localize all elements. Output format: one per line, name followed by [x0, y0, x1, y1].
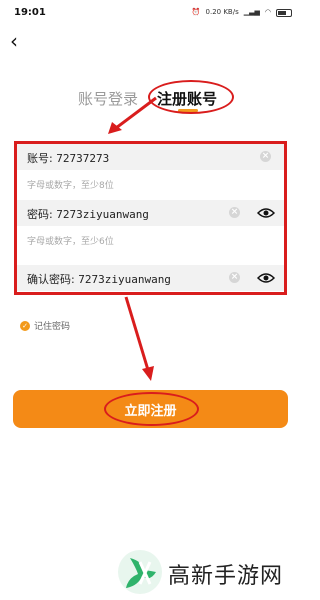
password-hint: 字母或数字，至少6位: [27, 237, 114, 247]
status-icons: ⏰ 0.20 KB/s ▁▃▅ ◠: [192, 8, 292, 17]
password-label: 密码:: [27, 208, 53, 221]
status-time: 19:01: [14, 7, 46, 18]
account-label: 账号:: [27, 152, 53, 165]
arrow-head: [108, 122, 122, 134]
watermark-logo-icon: [118, 550, 162, 594]
remember-password-toggle[interactable]: ✓ 记住密码: [20, 319, 70, 332]
confirm-password-field[interactable]: 确认密码: 7273ziyuanwang ×: [17, 265, 284, 291]
account-input[interactable]: 72737273: [56, 152, 109, 165]
account-hint: 字母或数字，至少8位: [27, 181, 114, 191]
check-icon: ✓: [20, 320, 30, 331]
password-row: 密码: 7273ziyuanwang: [27, 206, 149, 222]
eye-icon[interactable]: [257, 272, 275, 284]
wifi-icon: ◠: [264, 8, 271, 16]
back-button[interactable]: ‹: [10, 30, 28, 54]
arrow-line: [124, 296, 150, 371]
register-form: 账号: 72737273 × 字母或数字，至少8位 密码: 7273ziyuan…: [14, 141, 287, 295]
account-field[interactable]: 账号: 72737273 ×: [17, 144, 284, 170]
confirm-label: 确认密码:: [27, 273, 75, 286]
watermark-text: 高新手游网: [168, 564, 284, 589]
clear-icon[interactable]: ×: [229, 207, 240, 218]
password-input[interactable]: 7273ziyuanwang: [56, 208, 149, 221]
account-row: 账号: 72737273: [27, 150, 109, 166]
confirm-row: 确认密码: 7273ziyuanwang: [27, 271, 171, 287]
net-speed: 0.20 KB/s: [205, 8, 239, 16]
clear-icon[interactable]: ×: [260, 151, 271, 162]
tab-login[interactable]: 账号登录: [78, 88, 138, 109]
annotation-ellipse-tab: [148, 80, 234, 114]
chevron-left-icon: ‹: [10, 29, 18, 53]
alarm-icon: ⏰: [191, 8, 201, 16]
status-bar: 19:01 ⏰ 0.20 KB/s ▁▃▅ ◠: [0, 0, 300, 26]
clear-icon[interactable]: ×: [229, 272, 240, 283]
arrow-head: [142, 366, 154, 381]
annotation-ellipse-button: [104, 392, 199, 426]
battery-icon: [276, 8, 292, 17]
remember-label: 记住密码: [34, 322, 71, 332]
signal-icon: ▁▃▅: [243, 8, 260, 16]
password-field[interactable]: 密码: 7273ziyuanwang ×: [17, 200, 284, 226]
eye-icon[interactable]: [257, 207, 275, 219]
watermark: 高新手游网: [116, 548, 296, 596]
confirm-input[interactable]: 7273ziyuanwang: [78, 273, 171, 286]
